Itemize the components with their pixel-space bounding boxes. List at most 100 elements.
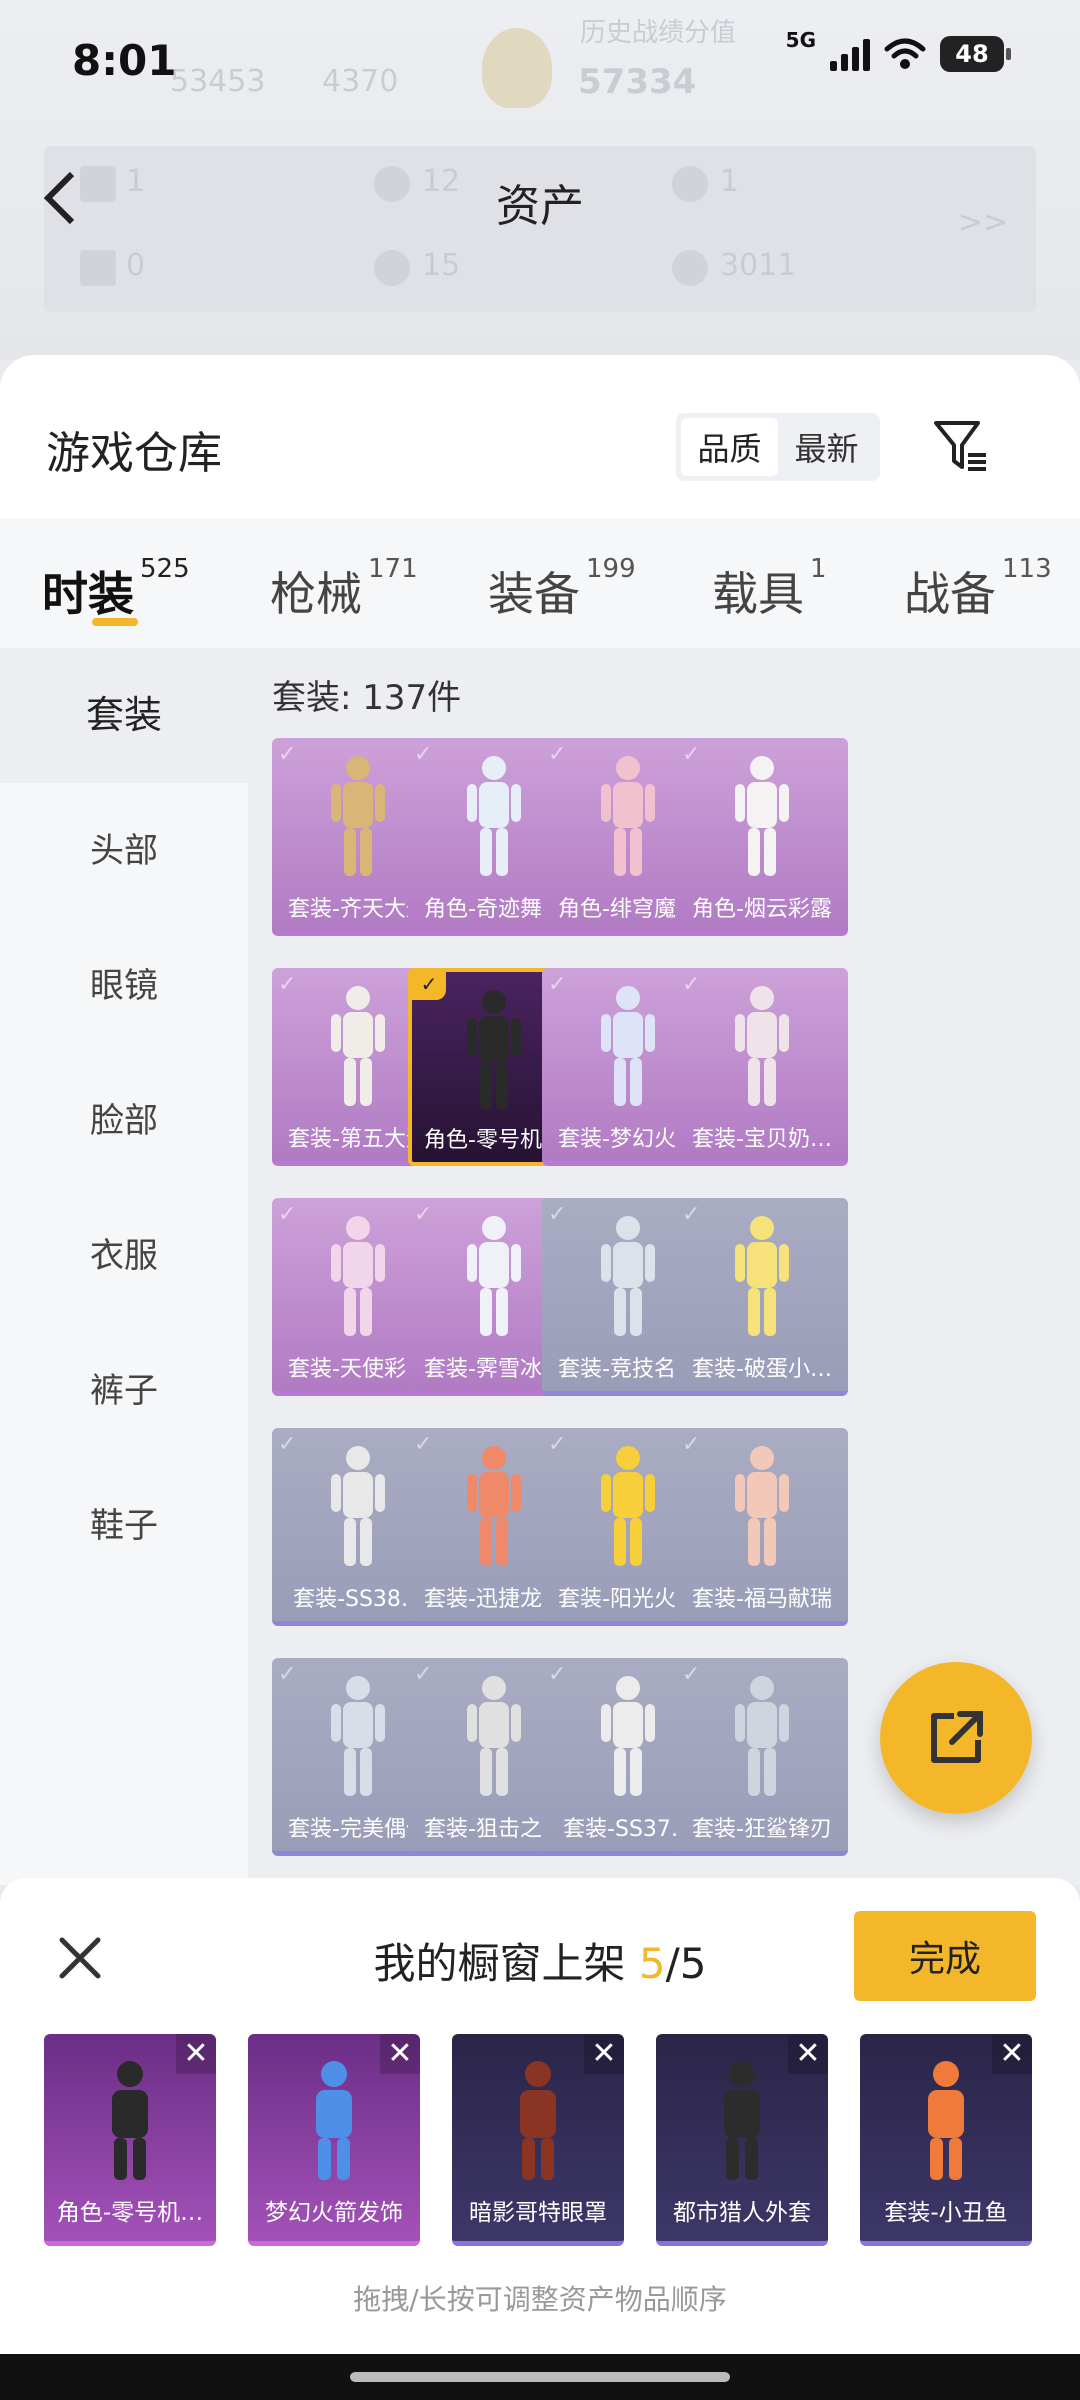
remove-item-icon[interactable]: ✕ [788, 2034, 828, 2074]
asset-count-6: 3011 [720, 248, 797, 283]
sort-newest-option[interactable]: 最新 [778, 418, 875, 476]
grid-item-card[interactable]: ✓ 套装-宝贝奶… [676, 968, 848, 1166]
stat-value-2: 4370 [322, 64, 399, 99]
sort-quality-option[interactable]: 品质 [681, 418, 778, 476]
check-icon: ✓ [548, 1432, 567, 1457]
status-icons: 5G 48 [786, 28, 1011, 72]
sidebar-item-head[interactable]: 头部 [0, 823, 248, 872]
remove-item-icon[interactable]: ✕ [992, 2034, 1032, 2074]
outfit-figure-icon [735, 1676, 789, 1796]
check-icon: ✓ [278, 1202, 297, 1227]
outfit-figure-icon [735, 1216, 789, 1336]
check-icon: ✓ [412, 972, 446, 1000]
item-count: 套装: 137件 [272, 678, 462, 718]
check-icon: ✓ [682, 1202, 701, 1227]
check-icon: ✓ [414, 742, 433, 767]
grid-item-card[interactable]: ✓ 套装-福马献瑞 [676, 1428, 848, 1626]
outfit-figure-icon [735, 1446, 789, 1566]
tab-gear-count: 199 [586, 554, 636, 584]
signal-icon [830, 37, 870, 71]
done-button[interactable]: 完成 [854, 1911, 1036, 2001]
grid-item-label: 角色-烟云彩露 [692, 897, 832, 922]
outfit-figure-icon [601, 986, 655, 1106]
showcase-item-icon [928, 2061, 964, 2180]
showcase-panel: 我的橱窗上架 5/5 完成 ✕ 角色-零号机… ✕ 梦幻火箭发饰 ✕ 暗影哥特眼罩 ✕ 都市猎… [0, 1878, 1080, 2354]
check-icon: ✓ [278, 742, 297, 767]
more-assets-button[interactable]: >> [958, 205, 1008, 240]
check-icon: ✓ [548, 1202, 567, 1227]
battery-icon: 48 [940, 36, 1011, 72]
asset-count-5: 15 [422, 248, 461, 283]
showcase-title-text: 我的橱窗上架 [373, 1939, 639, 1988]
check-icon: ✓ [414, 1202, 433, 1227]
sidebar-item-suit[interactable]: 套装 [0, 648, 248, 783]
sidebar-item-clothes[interactable]: 衣服 [0, 1228, 248, 1277]
grid-item-label: 套装-宝贝奶… [692, 1127, 832, 1152]
stat-value-1: 53453 [170, 64, 266, 99]
tab-gear[interactable]: 装备 199 [488, 554, 636, 624]
sidebar-item-shoes[interactable]: 鞋子 [0, 1498, 248, 1547]
showcase-item-label: 梦幻火箭发饰 [265, 2200, 403, 2226]
asset-icon-4 [80, 250, 116, 286]
page-title: 资产 [496, 181, 584, 232]
showcase-slot[interactable]: ✕ 套装-小丑鱼 [860, 2034, 1032, 2246]
network-label: 5G [785, 28, 816, 52]
showcase-slot[interactable]: ✕ 暗影哥特眼罩 [452, 2034, 624, 2246]
sidebar-item-pants[interactable]: 裤子 [0, 1363, 248, 1412]
status-time: 8:01 [72, 36, 177, 85]
showcase-total-count: /5 [665, 1939, 707, 1988]
asset-icon-5 [374, 250, 410, 286]
history-score-label: 历史战绩分值 [580, 18, 737, 48]
showcase-slot[interactable]: ✕ 梦幻火箭发饰 [248, 2034, 420, 2246]
outfit-figure-icon [331, 1676, 385, 1796]
home-indicator[interactable] [350, 2372, 730, 2382]
asset-count-4: 0 [126, 248, 146, 283]
tab-fashion-label: 时装 [42, 567, 134, 621]
showcase-item-label: 角色-零号机… [56, 2200, 204, 2226]
outfit-figure-icon [331, 986, 385, 1106]
filter-icon[interactable] [932, 417, 990, 475]
tab-vehicles[interactable]: 载具 1 [712, 554, 827, 624]
check-icon: ✓ [682, 972, 701, 997]
tab-guns[interactable]: 枪械 171 [270, 554, 418, 624]
showcase-slot[interactable]: ✕ 都市猎人外套 [656, 2034, 828, 2246]
outfit-figure-icon [735, 986, 789, 1106]
showcase-item-icon [724, 2061, 760, 2180]
grid-item-card[interactable]: ✓ 角色-烟云彩露 [676, 738, 848, 936]
warehouse-title: 游戏仓库 [46, 428, 222, 479]
check-icon: ✓ [682, 742, 701, 767]
showcase-slot[interactable]: ✕ 角色-零号机… [44, 2034, 216, 2246]
check-icon: ✓ [278, 972, 297, 997]
tab-supplies-label: 战备 [904, 567, 996, 621]
showcase-item-label: 都市猎人外套 [673, 2200, 811, 2226]
sidebar-item-glasses[interactable]: 眼镜 [0, 958, 248, 1007]
check-icon: ✓ [682, 1432, 701, 1457]
flame-badge-icon [482, 28, 552, 108]
active-tab-indicator [92, 618, 138, 626]
outfit-figure-icon [467, 756, 521, 876]
warehouse-sheet: 游戏仓库 品质 最新 时装 525 枪械 171 装备 199 载具 1 战备 113 套… [0, 355, 1080, 1885]
tab-supplies[interactable]: 战备 113 [904, 554, 1052, 624]
check-icon: ✓ [548, 742, 567, 767]
check-icon: ✓ [278, 1432, 297, 1457]
outfit-figure-icon [601, 1216, 655, 1336]
grid-item-card[interactable]: ✓ 套装-狂鲨锋刃 [676, 1658, 848, 1856]
outfit-figure-icon [467, 1676, 521, 1796]
sidebar-item-face[interactable]: 脸部 [0, 1093, 248, 1142]
category-tabs: 时装 525 枪械 171 装备 199 载具 1 战备 113 [0, 518, 1080, 648]
tab-vehicles-label: 载具 [712, 567, 804, 621]
tab-supplies-count: 113 [1002, 554, 1052, 584]
grid-item-label: 套装-破蛋小… [692, 1357, 832, 1382]
tab-fashion[interactable]: 时装 525 [42, 554, 190, 624]
grid-item-card[interactable]: ✓ 套装-破蛋小… [676, 1198, 848, 1396]
remove-item-icon[interactable]: ✕ [584, 2034, 624, 2074]
share-button[interactable] [880, 1662, 1032, 1814]
check-icon: ✓ [278, 1662, 297, 1687]
external-link-icon [931, 1711, 983, 1763]
showcase-item-icon [520, 2061, 556, 2180]
showcase-item-label: 套装-小丑鱼 [884, 2200, 1008, 2226]
remove-item-icon[interactable]: ✕ [176, 2034, 216, 2074]
grid-item-label: 套装-狂鲨锋刃 [692, 1817, 832, 1842]
check-icon: ✓ [548, 1662, 567, 1687]
remove-item-icon[interactable]: ✕ [380, 2034, 420, 2074]
